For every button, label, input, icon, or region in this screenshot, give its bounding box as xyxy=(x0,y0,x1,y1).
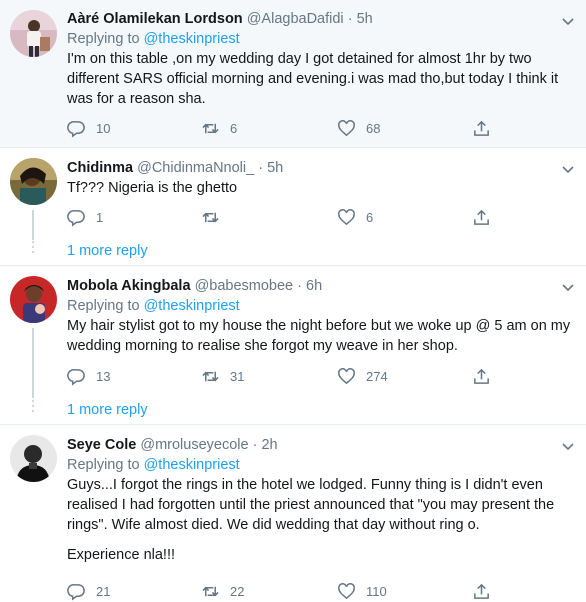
like-count: 274 xyxy=(366,369,388,384)
tweet[interactable]: Mobola Akingbala @babesmobee · 6h Replyi… xyxy=(0,266,586,425)
reply-count: 21 xyxy=(96,584,111,599)
tweet-actions: 13 31 274 xyxy=(67,367,497,387)
user-handle[interactable]: @AlagbaDafidi xyxy=(247,11,344,27)
like-button[interactable]: 68 xyxy=(337,119,380,138)
share-button[interactable] xyxy=(472,119,491,138)
replying-to: Replying to @theskinpriest xyxy=(67,455,572,475)
thread-dots xyxy=(32,241,34,256)
reply-count: 10 xyxy=(96,121,111,136)
like-button[interactable]: 110 xyxy=(337,582,387,601)
thread-line xyxy=(32,328,34,398)
user-handle[interactable]: @babesmobee xyxy=(195,278,294,294)
tweet-actions: 10 6 68 xyxy=(67,119,497,139)
retweet-icon xyxy=(202,371,219,382)
thread-line xyxy=(32,210,34,240)
avatar[interactable] xyxy=(10,10,57,57)
tweet-actions: 21 22 110 xyxy=(67,582,497,602)
avatar[interactable] xyxy=(10,158,57,205)
mention-link[interactable]: @theskinpriest xyxy=(144,31,240,47)
mention-link[interactable]: @theskinpriest xyxy=(144,457,240,473)
reply-icon xyxy=(67,369,85,386)
reply-count: 13 xyxy=(96,369,111,384)
timestamp[interactable]: 6h xyxy=(306,278,322,294)
avatar[interactable] xyxy=(10,276,57,323)
reply-button[interactable]: 10 xyxy=(67,119,110,138)
user-handle[interactable]: @ChidinmaNnoli_ xyxy=(137,160,254,176)
share-button[interactable] xyxy=(472,367,491,386)
tweet-text: My hair stylist got to my house the nigh… xyxy=(67,318,571,354)
mention-link[interactable]: @theskinpriest xyxy=(144,298,240,314)
tweet-text: Guys...I forgot the rings in the hotel w… xyxy=(67,477,555,533)
reply-icon xyxy=(67,210,85,227)
timestamp[interactable]: 5h xyxy=(267,160,283,176)
retweet-count: 6 xyxy=(230,121,238,136)
like-count: 68 xyxy=(366,121,381,136)
retweet-button[interactable] xyxy=(201,208,220,227)
tweet[interactable]: Aàré Olamilekan Lordson @AlagbaDafidi · … xyxy=(0,0,586,148)
like-button[interactable]: 274 xyxy=(337,367,388,386)
separator: · xyxy=(297,278,302,294)
retweet-button[interactable]: 22 xyxy=(201,582,244,601)
replying-to-label: Replying to xyxy=(67,457,140,473)
reply-button[interactable]: 13 xyxy=(67,367,110,386)
display-name[interactable]: Mobola Akingbala xyxy=(67,278,191,294)
avatar[interactable] xyxy=(10,435,57,482)
replying-to-label: Replying to xyxy=(67,31,140,47)
share-icon xyxy=(474,120,489,136)
share-icon xyxy=(474,583,489,599)
timestamp[interactable]: 2h xyxy=(261,437,277,453)
share-button[interactable] xyxy=(472,582,491,601)
tweet-actions: 1 6 xyxy=(67,208,497,228)
display-name[interactable]: Aàré Olamilekan Lordson xyxy=(67,11,243,27)
tweet[interactable]: Seye Cole @mroluseyecole · 2h Replying t… xyxy=(0,425,586,602)
reply-button[interactable]: 21 xyxy=(67,582,110,601)
like-icon xyxy=(338,368,355,385)
replying-to: Replying to @theskinpriest xyxy=(67,296,572,316)
replying-to-label: Replying to xyxy=(67,298,140,314)
reply-icon xyxy=(67,584,85,601)
retweet-count: 31 xyxy=(230,369,245,384)
tweet[interactable]: Chidinma @ChidinmaNnoli_ · 5h Tf??? Nige… xyxy=(0,148,586,266)
retweet-icon xyxy=(202,586,219,597)
share-icon xyxy=(474,368,489,384)
retweet-icon xyxy=(202,212,219,223)
retweet-button[interactable]: 31 xyxy=(201,367,244,386)
like-count: 6 xyxy=(366,210,374,225)
reply-button[interactable]: 1 xyxy=(67,208,103,227)
tweet-header: Aàré Olamilekan Lordson @AlagbaDafidi · … xyxy=(67,9,572,29)
more-replies-link[interactable]: 1 more reply xyxy=(67,243,148,259)
thread-dots xyxy=(32,400,34,415)
tweet-text: I'm on this table ,on my wedding day I g… xyxy=(67,51,559,107)
user-handle[interactable]: @mroluseyecole xyxy=(140,437,248,453)
like-button[interactable]: 6 xyxy=(337,208,373,227)
tweet-text: Tf??? Nigeria is the ghetto xyxy=(67,180,238,196)
like-icon xyxy=(338,120,355,137)
replying-to: Replying to @theskinpriest xyxy=(67,29,572,49)
share-button[interactable] xyxy=(472,208,491,227)
separator: · xyxy=(258,160,264,176)
tweet-header: Seye Cole @mroluseyecole · 2h xyxy=(67,435,572,455)
display-name[interactable]: Chidinma xyxy=(67,160,133,176)
timestamp[interactable]: 5h xyxy=(357,11,373,27)
tweet-header: Chidinma @ChidinmaNnoli_ · 5h xyxy=(67,158,572,178)
like-icon xyxy=(338,209,355,226)
like-icon xyxy=(338,583,355,600)
tweet-text-paragraph: Experience nla!!! xyxy=(67,547,176,563)
display-name[interactable]: Seye Cole xyxy=(67,437,136,453)
separator: · xyxy=(347,11,353,27)
like-count: 110 xyxy=(366,584,387,599)
separator: · xyxy=(252,437,258,453)
reply-icon xyxy=(67,121,85,138)
more-replies-link[interactable]: 1 more reply xyxy=(67,402,148,418)
share-icon xyxy=(474,209,489,225)
retweet-count: 22 xyxy=(230,584,245,599)
tweet-header: Mobola Akingbala @babesmobee · 6h xyxy=(67,276,572,296)
reply-count: 1 xyxy=(96,210,104,225)
retweet-button[interactable]: 6 xyxy=(201,119,237,138)
retweet-icon xyxy=(202,123,219,134)
